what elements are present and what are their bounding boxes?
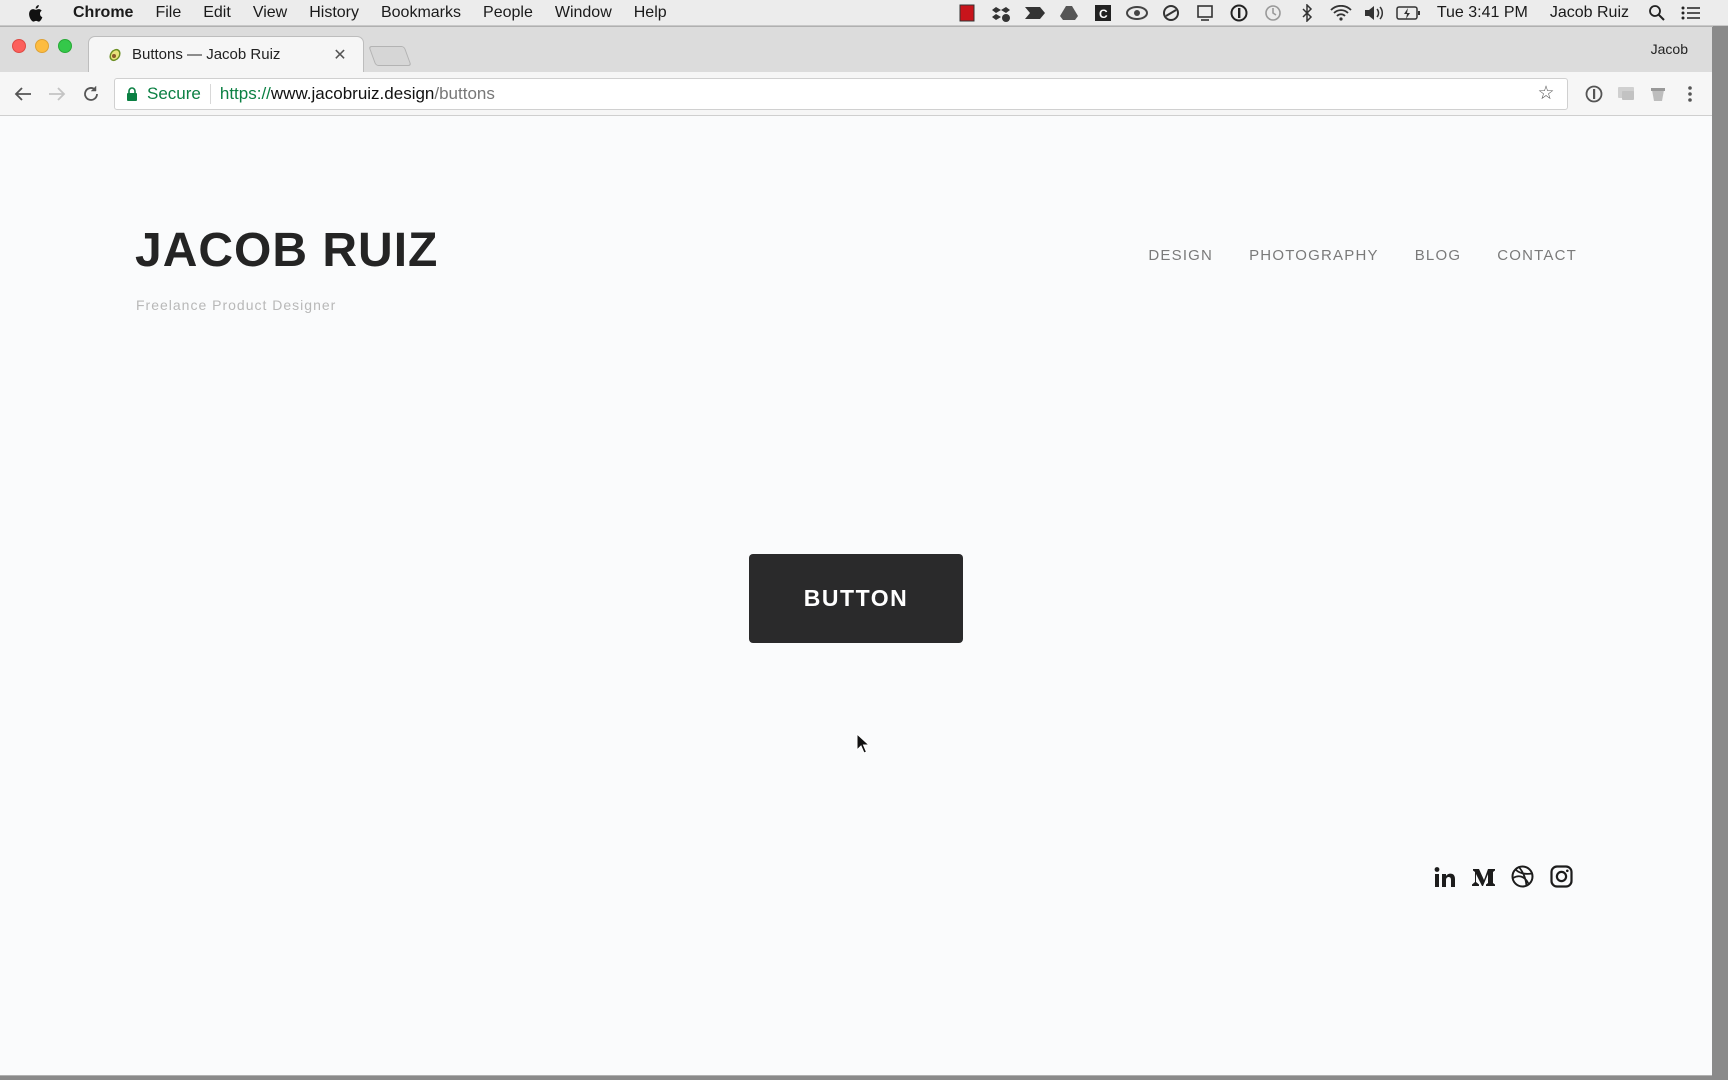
mouse-cursor-icon xyxy=(856,733,870,754)
circle-slash-icon[interactable] xyxy=(1154,0,1188,26)
menu-view[interactable]: View xyxy=(242,4,298,22)
c-app-icon[interactable]: C xyxy=(1086,0,1120,26)
url-path: /buttons xyxy=(434,83,495,103)
new-tab-button[interactable] xyxy=(368,46,412,66)
browser-toolbar: Secure https:// www.jacobruiz.design /bu… xyxy=(0,72,1712,116)
site-nav: DESIGN PHOTOGRAPHY BLOG CONTACT xyxy=(1148,247,1577,264)
menubar-tray: C Tue 3:41 PM Jacob Ruiz xyxy=(950,0,1728,26)
site-tagline: Freelance Product Designer xyxy=(136,297,337,313)
instagram-icon[interactable] xyxy=(1549,864,1574,889)
menu-history[interactable]: History xyxy=(298,4,370,22)
tab-strip: Buttons — Jacob Ruiz ✕ Jacob xyxy=(0,27,1712,72)
background-window-edge xyxy=(1712,27,1728,1080)
volume-icon[interactable] xyxy=(1358,0,1392,26)
window-minimize-button[interactable] xyxy=(35,39,49,53)
tab-close-icon[interactable]: ✕ xyxy=(331,46,349,64)
menu-app-chrome[interactable]: Chrome xyxy=(62,4,144,22)
tab-buttons[interactable]: Buttons — Jacob Ruiz ✕ xyxy=(88,36,364,72)
tab-title: Buttons — Jacob Ruiz xyxy=(132,46,281,63)
time-machine-icon[interactable] xyxy=(1256,0,1290,26)
cast-extension-icon[interactable] xyxy=(1610,78,1642,110)
bookmark-star-icon[interactable]: ☆ xyxy=(1535,83,1557,105)
wifi-icon[interactable] xyxy=(1324,0,1358,26)
web-page: JACOB RUIZ Freelance Product Designer DE… xyxy=(0,116,1712,1075)
menubar-user[interactable]: Jacob Ruiz xyxy=(1539,4,1640,22)
apple-menu-icon[interactable] xyxy=(22,4,48,22)
social-links xyxy=(1432,864,1574,889)
address-bar[interactable]: Secure https:// www.jacobruiz.design /bu… xyxy=(114,77,1568,110)
url-host: www.jacobruiz.design xyxy=(270,83,435,103)
notification-center-icon[interactable] xyxy=(1674,0,1708,26)
battery-icon[interactable] xyxy=(1392,0,1426,26)
menu-file[interactable]: File xyxy=(144,4,192,22)
nav-photography[interactable]: PHOTOGRAPHY xyxy=(1249,247,1379,264)
arrow-right-icon xyxy=(49,86,66,101)
profile-name[interactable]: Jacob xyxy=(1651,41,1688,57)
cup-extension-icon[interactable] xyxy=(1642,78,1674,110)
macos-menubar: Chrome File Edit View History Bookmarks … xyxy=(0,0,1728,26)
url-scheme: https:// xyxy=(219,83,271,103)
nav-blog[interactable]: BLOG xyxy=(1415,247,1461,264)
reload-button[interactable] xyxy=(74,77,108,111)
back-button[interactable] xyxy=(6,77,40,111)
chrome-window: Buttons — Jacob Ruiz ✕ Jacob Secure http… xyxy=(0,27,1712,1075)
dropbox-icon[interactable] xyxy=(984,0,1018,26)
medium-icon[interactable] xyxy=(1471,864,1496,889)
bluetooth-icon[interactable] xyxy=(1290,0,1324,26)
menu-bookmarks[interactable]: Bookmarks xyxy=(370,4,472,22)
menu-edit[interactable]: Edit xyxy=(192,4,242,22)
reload-icon xyxy=(84,85,98,101)
menu-people[interactable]: People xyxy=(472,4,544,22)
spotlight-search-icon[interactable] xyxy=(1640,0,1674,26)
drive-icon[interactable] xyxy=(1052,0,1086,26)
nav-contact[interactable]: CONTACT xyxy=(1497,247,1577,264)
lock-icon xyxy=(125,86,139,101)
window-controls xyxy=(12,39,72,53)
forward-button[interactable] xyxy=(40,77,74,111)
arrow-left-icon xyxy=(14,86,31,101)
nav-design[interactable]: DESIGN xyxy=(1148,247,1213,264)
kebab-menu-icon[interactable] xyxy=(1674,78,1706,110)
screen-icon[interactable] xyxy=(1188,0,1222,26)
1password-icon[interactable] xyxy=(1222,0,1256,26)
dribbble-icon[interactable] xyxy=(1510,864,1535,889)
svg-text:C: C xyxy=(1099,7,1108,21)
menubar-clock[interactable]: Tue 3:41 PM xyxy=(1426,4,1539,22)
arrows-icon[interactable] xyxy=(1018,0,1052,26)
avocado-favicon-icon xyxy=(105,46,123,64)
site-logo[interactable]: JACOB RUIZ xyxy=(135,223,438,278)
creative-cloud-icon[interactable] xyxy=(1120,0,1154,26)
window-maximize-button[interactable] xyxy=(58,39,72,53)
1password-extension-icon[interactable] xyxy=(1578,78,1610,110)
secure-label[interactable]: Secure xyxy=(147,83,211,104)
linkedin-icon[interactable] xyxy=(1432,864,1457,889)
window-close-button[interactable] xyxy=(12,39,26,53)
menu-help[interactable]: Help xyxy=(623,4,678,22)
menu-window[interactable]: Window xyxy=(544,4,623,22)
red-app-icon[interactable] xyxy=(950,0,984,26)
demo-button[interactable]: BUTTON xyxy=(749,554,963,643)
